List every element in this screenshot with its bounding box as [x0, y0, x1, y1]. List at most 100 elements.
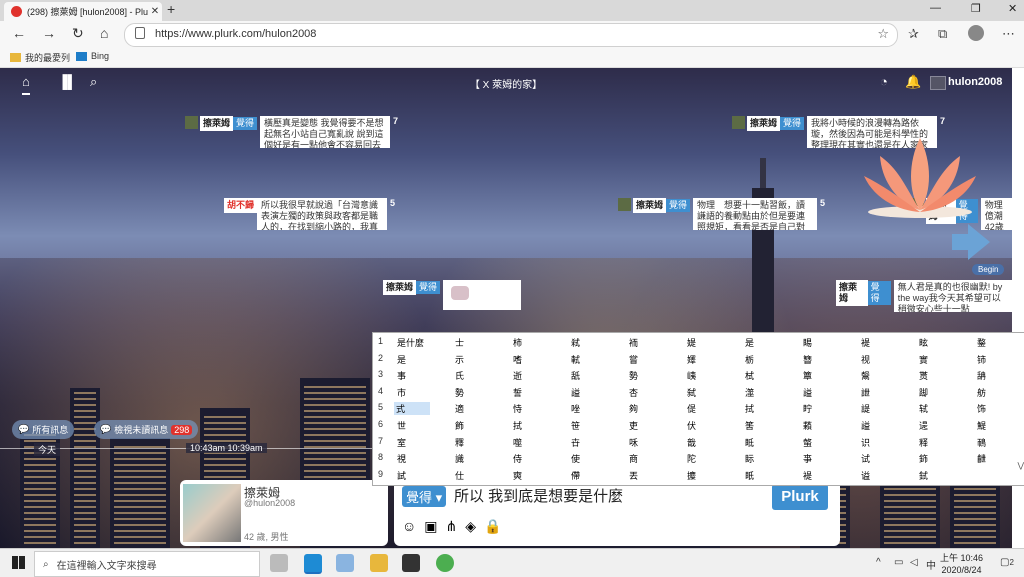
back-icon[interactable]: ← — [12, 25, 26, 41]
ime-candidate[interactable]: 室 — [397, 436, 406, 449]
ime-candidate[interactable]: 笹 — [571, 419, 580, 432]
ime-candidate[interactable]: 實 — [919, 353, 928, 366]
ime-candidate[interactable]: 市 — [397, 386, 406, 399]
ime-candidate[interactable]: 杏 — [629, 386, 638, 399]
ime-candidate[interactable]: 眂 — [745, 469, 754, 482]
ime-candidate[interactable]: 噬 — [513, 436, 522, 449]
ime-candidate[interactable]: 螫 — [803, 436, 812, 449]
emoticon-icon[interactable]: ☺ — [402, 518, 416, 535]
unread-messages-button[interactable]: 💬 檢視未讀訊息 298 — [94, 420, 199, 439]
notification-bell-icon[interactable]: 🔔 — [905, 74, 921, 90]
ime-candidate[interactable]: 釋 — [455, 436, 464, 449]
tray-chevron-icon[interactable]: ^ — [876, 557, 881, 568]
ime-candidate[interactable]: 事 — [397, 369, 406, 382]
ime-candidate[interactable]: 饰 — [977, 402, 986, 415]
plurk-author[interactable]: 擦萊姆 — [383, 280, 417, 295]
ime-candidate[interactable]: 識 — [455, 452, 464, 465]
more-menu-icon[interactable]: ⋯ — [1002, 26, 1015, 42]
ime-candidate[interactable]: 恃 — [513, 402, 522, 415]
ime-candidate[interactable]: 齛 — [977, 452, 986, 465]
profile-avatar[interactable] — [968, 25, 984, 41]
plurk-item[interactable]: 擦萊姆 覺得 橫壓真是變態 我覺得要不是想起無名小站自己寬亂說 說到這個好是有一… — [185, 116, 398, 148]
volume-icon[interactable]: ◁ — [910, 557, 918, 568]
plurk-image[interactable] — [443, 280, 522, 310]
ime-candidate[interactable]: 侍 — [513, 452, 522, 465]
maximize-icon[interactable]: ❐ — [971, 2, 981, 15]
ime-candidate[interactable]: 拭 — [513, 419, 522, 432]
ime-candidate[interactable]: 勢 — [629, 369, 638, 382]
ime-candidate[interactable]: 適 — [455, 402, 464, 415]
share-icon[interactable]: ⋔ — [446, 518, 458, 535]
ime-candidate[interactable]: 飾 — [455, 419, 464, 432]
ime-candidate[interactable]: 踋 — [919, 386, 928, 399]
all-messages-button[interactable]: 💬 所有訊息 — [12, 420, 75, 439]
ime-candidate[interactable]: 媞 — [687, 336, 696, 349]
plurk-author[interactable]: 擦萊姆 — [633, 198, 667, 213]
ime-candidate[interactable]: 是什麼 — [397, 336, 424, 349]
ime-candidate[interactable]: 誓 — [513, 386, 522, 399]
plurk-input[interactable]: 所以 我到底是想要是什麼 — [454, 486, 764, 508]
ime-candidate[interactable]: 謚 — [803, 386, 812, 399]
ime-candidate[interactable]: 勢 — [455, 386, 464, 399]
ime-candidate[interactable]: 筈 — [745, 419, 754, 432]
ime-candidate[interactable]: 舐 — [571, 369, 580, 382]
app-icon[interactable] — [336, 554, 354, 572]
collections-icon[interactable]: ⧉ — [938, 26, 947, 42]
ime-candidate[interactable]: 眩 — [919, 336, 928, 349]
ime-mode[interactable]: 中 — [926, 557, 936, 572]
ime-candidate[interactable]: 謚 — [571, 386, 580, 399]
ime-candidate[interactable]: 拭 — [745, 402, 754, 415]
ime-candidate[interactable]: 鯷 — [977, 419, 986, 432]
close-window-icon[interactable]: ✕ — [1008, 2, 1017, 15]
ime-candidate[interactable]: 諟 — [861, 402, 870, 415]
begin-button[interactable]: Begin — [972, 264, 1005, 275]
ime-candidate[interactable]: 簟 — [803, 369, 812, 382]
edge-icon[interactable] — [304, 554, 322, 574]
clock[interactable]: 上午 10:46 2020/8/24 — [940, 552, 983, 576]
notification-icon[interactable]: ▢2 — [1000, 557, 1014, 568]
ime-candidate[interactable]: 试 — [861, 452, 870, 465]
ime-candidate[interactable]: 丟 — [629, 469, 638, 482]
plurk-author[interactable]: 擦萊姆 — [200, 116, 234, 131]
ime-candidate[interactable]: 簪 — [803, 353, 812, 366]
ime-candidate[interactable]: 伏 — [687, 419, 696, 432]
profile-photo[interactable] — [183, 484, 241, 542]
plurk-author[interactable]: 擦萊姆 — [747, 116, 781, 131]
file-explorer-icon[interactable] — [370, 554, 388, 572]
ime-candidate[interactable]: 鬶 — [861, 369, 870, 382]
ime-candidate[interactable]: 士 — [455, 336, 464, 349]
address-bar[interactable]: https://www.plurk.com/hulon2008 ☆ — [124, 23, 898, 47]
bookmark-bing[interactable]: Bing — [76, 51, 109, 61]
ime-candidate[interactable]: 咊 — [629, 436, 638, 449]
ime-candidate[interactable]: 嗜 — [513, 353, 522, 366]
ime-candidate[interactable]: 攗 — [687, 469, 696, 482]
ime-candidate[interactable]: 謚 — [861, 419, 870, 432]
plurk-author[interactable]: 擦萊姆 — [836, 280, 868, 306]
ime-candidate[interactable]: 式 — [394, 402, 430, 416]
windows-start-icon[interactable] — [12, 556, 25, 569]
ime-candidate[interactable]: 詍 — [861, 386, 870, 399]
ime-candidate[interactable]: 澨 — [745, 386, 754, 399]
chrome-icon[interactable] — [436, 554, 454, 572]
ime-candidate[interactable]: 是 — [397, 353, 406, 366]
ime-candidate[interactable]: 嬕 — [687, 353, 696, 366]
favorite-star-icon[interactable]: ☆ — [877, 26, 889, 42]
ime-candidate[interactable]: 氏 — [455, 369, 464, 382]
ime-candidate[interactable]: 弑 — [687, 386, 696, 399]
ime-candidate[interactable]: 遈 — [919, 419, 928, 432]
ime-candidate[interactable]: 夠 — [629, 402, 638, 415]
ime-candidate[interactable]: 舫 — [977, 386, 986, 399]
plurk-item[interactable]: 擦萊姆 覺得 無人君是真的也很幽默! by the way我今天其希望可以稍微安… — [836, 280, 1012, 312]
refresh-icon[interactable]: ↻ — [72, 25, 84, 42]
ime-candidate[interactable]: 吏 — [629, 419, 638, 432]
image-icon[interactable]: ▣ — [424, 518, 437, 535]
ime-candidate[interactable]: 弒 — [571, 336, 580, 349]
ime-candidate[interactable]: 鉓 — [919, 452, 928, 465]
qualifier-select[interactable]: 覺得 ▾ — [402, 486, 447, 507]
mask-icon[interactable]: ◈ — [465, 518, 476, 535]
ime-candidate[interactable]: 卋 — [571, 436, 580, 449]
close-tab-icon[interactable]: ✕ — [148, 6, 162, 17]
ime-candidate[interactable]: 試 — [397, 469, 406, 482]
ime-candidate[interactable]: 戠 — [687, 436, 696, 449]
bookmark-favorites[interactable]: 我的最愛列 — [10, 51, 70, 64]
